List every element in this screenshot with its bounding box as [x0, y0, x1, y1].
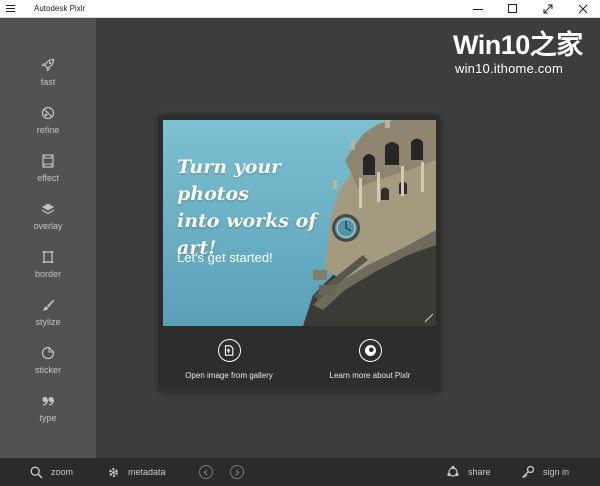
sidebar-item-effect[interactable]: effect: [0, 152, 96, 192]
hamburger-icon[interactable]: [0, 0, 20, 18]
pixlr-eye-icon: [358, 339, 382, 362]
window-title: Autodesk Pixlr: [34, 4, 86, 13]
close-icon[interactable]: [565, 0, 600, 18]
card-actions: Open image from gallery Learn more about…: [159, 326, 440, 391]
film-icon: [41, 152, 55, 170]
metadata-button[interactable]: metadata: [107, 458, 166, 486]
open-gallery-button[interactable]: Open image from gallery: [159, 326, 299, 391]
sidebar-item-label: overlay: [33, 221, 63, 231]
chevron-right-icon: [235, 469, 240, 475]
sidebar-item-stylize[interactable]: stylize: [0, 296, 96, 336]
zoom-label: zoom: [51, 467, 74, 477]
open-gallery-label: Open image from gallery: [185, 371, 273, 380]
sidebar-item-overlay[interactable]: overlay: [0, 200, 96, 240]
headline-line-1: Turn your photos: [177, 156, 282, 205]
sidebar-item-label: type: [39, 413, 57, 423]
title-bar: Autodesk Pixlr: [0, 0, 600, 18]
maximize-icon[interactable]: [495, 0, 530, 18]
brush-icon: [41, 296, 55, 314]
gear-icon: [107, 466, 120, 479]
fullscreen-icon[interactable]: [530, 0, 565, 18]
bottom-bar: zoom metadata share sign in: [0, 458, 600, 486]
sidebar-item-label: effect: [37, 173, 59, 183]
share-label: share: [468, 467, 491, 477]
sidebar-item-label: border: [34, 269, 61, 279]
zoom-button[interactable]: zoom: [30, 458, 73, 486]
sidebar-item-label: stylize: [35, 317, 61, 327]
sidebar-item-label: sticker: [34, 365, 61, 375]
next-button[interactable]: [230, 465, 244, 479]
rocket-icon: [41, 56, 55, 74]
sidebar-item-refine[interactable]: refine: [0, 104, 96, 144]
sidebar-item-type[interactable]: type: [0, 392, 96, 432]
sign-in-button[interactable]: sign in: [521, 458, 569, 486]
hero-headline: Turn your photos into works of art!: [177, 154, 337, 262]
refine-icon: [41, 104, 55, 122]
sidebar-item-label: refine: [36, 125, 60, 135]
key-icon: [521, 465, 535, 479]
sign-in-label: sign in: [543, 467, 570, 477]
hero-image: Turn your photos into works of art! Let'…: [163, 120, 436, 326]
learn-more-label: Learn more about Pixlr: [329, 371, 411, 380]
border-icon: [41, 248, 55, 266]
chevron-left-icon: [203, 469, 208, 475]
welcome-card: Turn your photos into works of art! Let'…: [159, 116, 440, 391]
gallery-icon: [217, 339, 241, 362]
layers-icon: [41, 200, 55, 218]
share-icon: [446, 465, 460, 479]
watermark-subtitle: win10.ithome.com: [455, 61, 563, 76]
sidebar-item-fast[interactable]: fast: [0, 56, 96, 96]
minimize-icon[interactable]: [460, 0, 495, 18]
hero-subline: Let's get started!: [177, 250, 273, 265]
metadata-label: metadata: [128, 467, 166, 477]
watermark-title: Win10之家: [453, 30, 583, 60]
learn-more-button[interactable]: Learn more about Pixlr: [300, 326, 440, 391]
tool-sidebar: fast refine effect overlay border styliz…: [0, 18, 96, 458]
sidebar-item-border[interactable]: border: [0, 248, 96, 288]
sticker-icon: [41, 344, 55, 362]
share-button[interactable]: share: [446, 458, 491, 486]
previous-button[interactable]: [199, 465, 213, 479]
quote-icon: [41, 392, 55, 410]
search-icon: [30, 466, 43, 479]
sidebar-item-label: fast: [40, 77, 56, 87]
sidebar-item-sticker[interactable]: sticker: [0, 344, 96, 384]
